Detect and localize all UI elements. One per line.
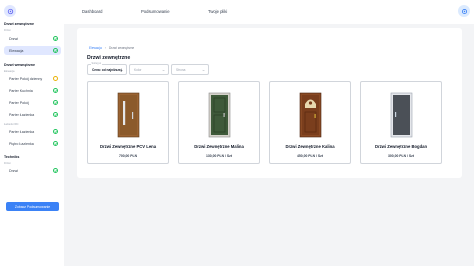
section-sub: Elewacja: [4, 70, 15, 73]
check-icon: [52, 140, 58, 147]
sidebar-item-label: Parter Łazienka: [9, 112, 35, 117]
sidebar-item-parter-pokoj-dzienny[interactable]: Parter Pokój dzienny: [4, 74, 61, 83]
check-icon: [52, 47, 58, 54]
chevron-right-icon: ›: [104, 46, 106, 50]
product-name: Drzwi Zewnętrzne PCV Lena: [99, 144, 157, 149]
nav-summary[interactable]: Podsumowanie: [141, 9, 170, 14]
sidebar-item-parter-pokoj[interactable]: Parter Pokój: [4, 98, 61, 107]
color-select[interactable]: Kolor: [129, 64, 169, 75]
sort-label: Sortuj po: [91, 62, 102, 66]
sidebar-item-parter-kuchnia[interactable]: Parter Kuchnia: [4, 86, 61, 95]
door-image: [390, 92, 413, 138]
sidebar-item-label: Elewacja: [9, 48, 24, 53]
summary-button[interactable]: Zobacz Podsumowanie: [6, 202, 59, 211]
product-name: Drzwi Zewnętrzne Bogdan: [374, 144, 428, 149]
home-icon: [7, 8, 13, 14]
breadcrumb: Elewacja › Drzwi zewnętrzne: [89, 46, 134, 50]
side-select[interactable]: Strona: [171, 64, 209, 75]
door-image: [117, 92, 140, 138]
product-card[interactable]: Drzwi Zewnętrzne PCV Lena 700,00 PLN: [87, 81, 169, 164]
sidebar-item-label: Piętro Łazienka: [9, 141, 34, 146]
nav-dashboard[interactable]: Dashboard: [82, 9, 103, 14]
sidebar-item-label: Parter Łazienka: [9, 129, 35, 134]
sort-value: Cena: od najniższej: [92, 67, 122, 72]
side-placeholder: Strona: [176, 67, 186, 72]
product-name: Drzwi Zewnętrzne Malina: [194, 144, 244, 149]
product-price: 300,00 PLN / Szt: [387, 154, 414, 158]
check-icon: [52, 167, 58, 174]
top-bar: Dashboard Podsumowanie Twoje pliki: [0, 0, 474, 24]
product-price: 450,00 PLN / Szt: [296, 154, 323, 158]
sidebar-item-label: Parter Pokój dzienny: [9, 76, 43, 81]
sidebar-item-label: Parter Kuchnia: [9, 88, 33, 93]
nav-your-files[interactable]: Twoje pliki: [208, 9, 227, 14]
product-card[interactable]: Drzwi Zewnętrzne Bogdan 300,00 PLN / Szt: [360, 81, 442, 164]
sidebar-item-label: Drzwi: [9, 168, 18, 173]
breadcrumb-link[interactable]: Elewacja: [89, 46, 102, 50]
section-sub: Łazienki WC: [4, 123, 19, 126]
breadcrumb-current: Drzwi zewnętrzne: [108, 46, 135, 50]
door-image: [208, 92, 231, 138]
sort-select[interactable]: Sortuj po Cena: od najniższej: [87, 62, 127, 75]
check-icon: [52, 111, 58, 118]
door-image: [299, 92, 322, 138]
gear-icon: [461, 8, 467, 14]
pending-icon: [52, 75, 58, 82]
settings-button[interactable]: [458, 5, 470, 17]
sidebar: Drzwi zewnętrzne Drzwi Drzwi Elewacja Dr…: [0, 18, 64, 266]
chevron-down-icon: [120, 69, 123, 71]
sidebar-item-parter-lazienka[interactable]: Parter Łazienka: [4, 110, 61, 119]
chevron-down-icon: [202, 69, 205, 71]
chevron-down-icon: [162, 69, 165, 71]
main-panel: Elewacja › Drzwi zewnętrzne Drzwi zewnęt…: [77, 28, 462, 178]
sidebar-item-elewacja[interactable]: Elewacja: [4, 46, 61, 55]
sidebar-item-techniks-drzwi[interactable]: Drzwi: [4, 166, 61, 175]
section-sub: Drzwi: [4, 29, 11, 32]
check-icon: [52, 99, 58, 106]
product-name: Drzwi Zewnętrzne Kalina: [285, 144, 335, 149]
sidebar-item-pietro-lazienka[interactable]: Piętro Łazienka: [4, 139, 61, 148]
product-price: 700,00 PLN: [118, 154, 138, 158]
section-title-interior: Drzwi wewnętrzne: [4, 63, 35, 67]
sidebar-item-parter-lazienka-wc[interactable]: Parter Łazienka: [4, 127, 61, 136]
section-title-techniks: Techniks: [4, 155, 20, 159]
color-placeholder: Kolor: [134, 67, 142, 72]
check-icon: [52, 87, 58, 94]
logo-button[interactable]: [4, 5, 16, 17]
product-card[interactable]: Drzwi Zewnętrzne Kalina 450,00 PLN / Szt: [269, 81, 351, 164]
page-title: Drzwi zewnętrzne: [87, 55, 131, 61]
check-icon: [52, 35, 58, 42]
check-icon: [52, 128, 58, 135]
section-sub: Drzwi: [4, 162, 11, 165]
sidebar-item-label: Parter Pokój: [9, 100, 29, 105]
product-card[interactable]: Drzwi Zewnętrzne Malina 130,00 PLN / Szt: [178, 81, 260, 164]
sidebar-item-label: Drzwi: [9, 36, 18, 41]
product-price: 130,00 PLN / Szt: [205, 154, 232, 158]
sidebar-item-drzwi[interactable]: Drzwi: [4, 34, 61, 43]
section-title-exterior: Drzwi zewnętrzne: [4, 22, 34, 26]
